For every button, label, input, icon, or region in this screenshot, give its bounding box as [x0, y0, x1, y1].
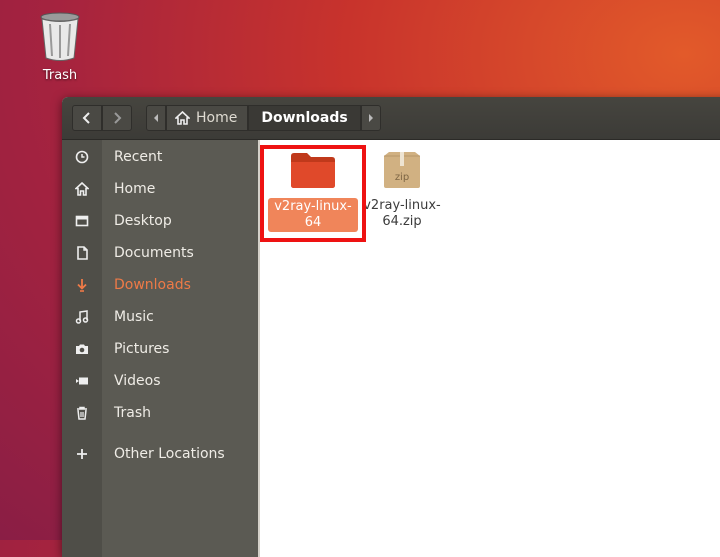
sidebar-item-home[interactable]: Home	[62, 174, 258, 204]
path-home-label: Home	[196, 110, 238, 126]
file-item-zip[interactable]: zip v2ray-linux-64.zip	[357, 150, 447, 230]
sidebar-item-desktop[interactable]: Desktop	[62, 206, 258, 236]
sidebar-item-other-locations[interactable]: Other Locations	[62, 439, 258, 469]
file-manager-window: Home Downloads Recent Home Desktop Docum	[62, 97, 720, 557]
sidebar-item-label: Music	[114, 309, 154, 325]
sidebar-item-label: Downloads	[114, 277, 191, 293]
zip-badge: zip	[395, 172, 409, 183]
home-icon	[62, 182, 102, 196]
sidebar-item-label: Desktop	[114, 213, 172, 229]
sidebar-item-label: Home	[114, 181, 156, 197]
back-button[interactable]	[72, 105, 102, 131]
archive-zip-icon: zip	[384, 152, 420, 188]
forward-button[interactable]	[102, 105, 132, 131]
sidebar-item-trash[interactable]: Trash	[62, 398, 258, 428]
sidebar-item-label: Documents	[114, 245, 194, 261]
desktop-icon	[62, 214, 102, 228]
caret-right-icon	[368, 114, 373, 122]
sidebar-item-label: Trash	[114, 405, 151, 421]
sidebar-item-label: Recent	[114, 149, 163, 165]
sidebar: Recent Home Desktop Documents Downloads …	[62, 140, 258, 557]
camera-icon	[62, 342, 102, 356]
pathbar: Home Downloads	[146, 105, 381, 131]
caret-left-icon	[154, 114, 158, 122]
desktop-trash[interactable]: Trash	[30, 10, 90, 83]
music-icon	[62, 310, 102, 324]
sidebar-item-recent[interactable]: Recent	[62, 142, 258, 172]
path-downloads-button[interactable]: Downloads	[248, 105, 361, 131]
sidebar-item-downloads[interactable]: Downloads	[62, 270, 258, 300]
video-icon	[62, 374, 102, 388]
path-home-button[interactable]: Home	[166, 105, 249, 131]
sidebar-item-music[interactable]: Music	[62, 302, 258, 332]
sidebar-item-documents[interactable]: Documents	[62, 238, 258, 268]
chevron-right-icon	[114, 112, 122, 124]
trash-bin-icon	[40, 12, 80, 61]
sidebar-item-pictures[interactable]: Pictures	[62, 334, 258, 364]
desktop-trash-label: Trash	[42, 68, 78, 83]
download-icon	[62, 278, 102, 292]
file-name: v2ray-linux-64.zip	[363, 198, 441, 229]
path-downloads-label: Downloads	[261, 110, 348, 126]
path-scroll-right-button[interactable]	[360, 105, 381, 131]
home-icon	[175, 111, 190, 125]
headerbar: Home Downloads	[62, 97, 720, 140]
sidebar-item-label: Pictures	[114, 341, 170, 357]
plus-icon	[62, 447, 102, 461]
path-scroll-left-button[interactable]	[146, 105, 166, 131]
chevron-left-icon	[82, 112, 90, 124]
document-icon	[62, 246, 102, 260]
clock-icon	[62, 150, 102, 164]
selection-highlight-box	[260, 145, 366, 242]
trash-icon	[62, 406, 102, 420]
sidebar-item-label: Other Locations	[114, 446, 225, 462]
sidebar-item-label: Videos	[114, 373, 161, 389]
sidebar-item-videos[interactable]: Videos	[62, 366, 258, 396]
